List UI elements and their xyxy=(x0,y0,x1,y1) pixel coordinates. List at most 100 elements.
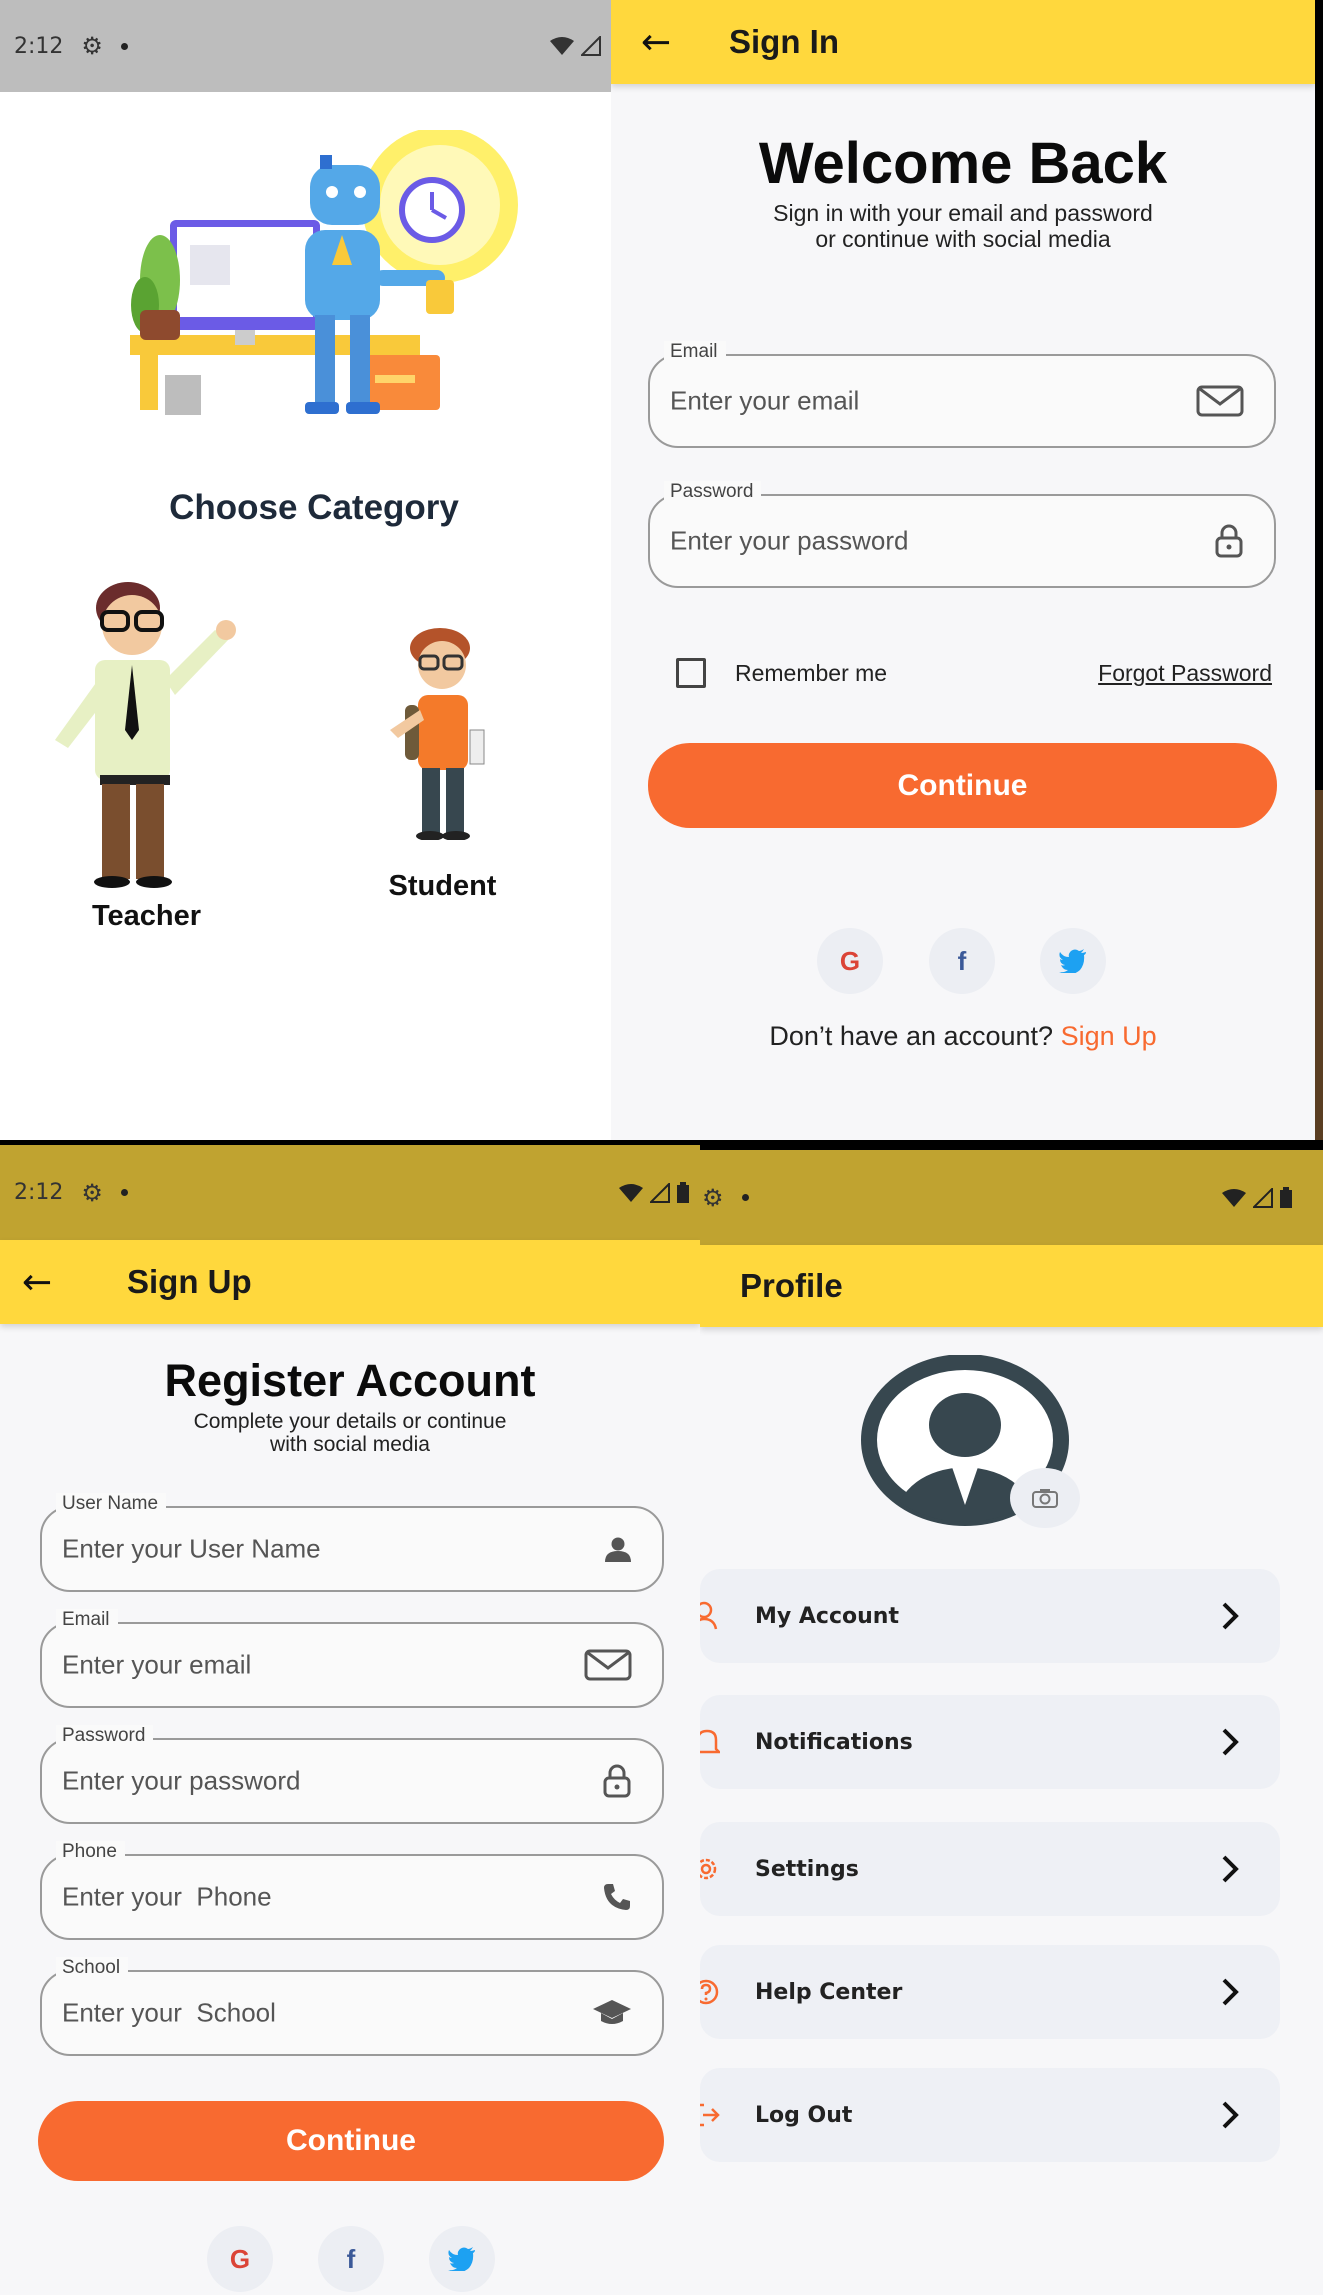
status-icons xyxy=(618,1145,690,1240)
signin-screen: ← Sign In Welcome Back Sign in with your… xyxy=(611,0,1315,1140)
signin-password-field[interactable]: Password Enter your password xyxy=(648,481,1276,588)
google-button[interactable]: G xyxy=(817,928,883,994)
username-field[interactable]: User Name Enter your User Name xyxy=(40,1493,664,1592)
phone-icon xyxy=(604,1884,630,1910)
signup-prompt: Don’t have an account? Sign Up xyxy=(611,1021,1315,1052)
google-icon: G xyxy=(229,2243,251,2274)
facebook-button[interactable]: f xyxy=(929,928,995,994)
user-outline-icon xyxy=(700,1601,718,1630)
school-placeholder: Enter your School xyxy=(62,1997,276,2028)
twitter-icon xyxy=(448,2247,475,2271)
status-icons xyxy=(549,0,601,92)
menu-help-center[interactable]: Help Center xyxy=(700,1945,1280,2039)
lock-icon xyxy=(603,1764,631,1798)
menu-label: Settings xyxy=(755,1856,859,1882)
student-option[interactable]: Student xyxy=(360,620,530,920)
password-label: Password xyxy=(56,1725,154,1747)
signup-continue-button[interactable]: Continue xyxy=(38,2101,664,2181)
category-heading: Choose Category xyxy=(169,488,459,527)
password-placeholder: Enter your password xyxy=(62,1765,301,1796)
settings-status-icon: ⚙ xyxy=(702,1183,724,1212)
profile-title: Profile xyxy=(740,1267,843,1304)
register-heading: Register Account xyxy=(164,1355,536,1406)
mail-icon xyxy=(1196,385,1244,417)
teacher-option[interactable]: Teacher xyxy=(40,570,260,940)
facebook-icon: f xyxy=(957,945,967,976)
menu-settings[interactable]: Settings xyxy=(700,1822,1280,1916)
chevron-right-icon xyxy=(1222,1602,1239,1630)
signin-email-field[interactable]: Email Enter your email xyxy=(648,341,1276,448)
teacher-label: Teacher xyxy=(91,900,202,932)
phone-label: Phone xyxy=(56,1841,125,1863)
username-placeholder: Enter your User Name xyxy=(62,1533,321,1564)
settings-status-icon: ⚙ xyxy=(81,32,103,60)
chevron-right-icon xyxy=(1222,1855,1239,1883)
signup-app-bar: ← Sign Up xyxy=(0,1240,700,1324)
facebook-icon: f xyxy=(346,2243,356,2274)
twitter-button[interactable] xyxy=(1040,928,1106,994)
menu-log-out[interactable]: Log Out xyxy=(700,2068,1280,2162)
signal-icon xyxy=(581,36,601,56)
profile-screen: ⚙ Profile My Account Notifications Setti… xyxy=(700,1150,1323,2295)
signup-email-field[interactable]: Email Enter your email xyxy=(40,1609,664,1708)
menu-label: My Account xyxy=(755,1603,899,1629)
teacher-illustration xyxy=(55,582,236,888)
wifi-icon xyxy=(550,37,574,55)
username-label: User Name xyxy=(56,1493,167,1515)
signup-link[interactable]: Sign Up xyxy=(1061,1021,1157,1051)
phone-field[interactable]: Phone Enter your Phone xyxy=(40,1841,664,1940)
back-arrow-icon[interactable]: ← xyxy=(22,1262,82,1303)
chevron-right-icon xyxy=(1222,1728,1239,1756)
facebook-button[interactable]: f xyxy=(318,2226,384,2292)
forgot-password-link[interactable]: Forgot Password xyxy=(1098,660,1272,687)
profile-avatar xyxy=(860,1354,1080,1530)
password-label: Password xyxy=(664,481,762,503)
wifi-icon xyxy=(1222,1188,1246,1207)
lock-icon xyxy=(1215,524,1243,558)
graduation-cap-icon xyxy=(593,2000,631,2024)
status-icons xyxy=(1221,1150,1293,1245)
bell-icon xyxy=(700,1729,720,1754)
email-label: Email xyxy=(56,1609,118,1631)
battery-icon xyxy=(677,1181,689,1203)
logout-icon xyxy=(700,2103,720,2127)
signup-subtitle-2: with social media xyxy=(270,1433,430,1456)
student-label: Student xyxy=(388,870,497,902)
battery-icon xyxy=(1280,1186,1292,1208)
camera-icon xyxy=(1032,1489,1058,1508)
robot-desk-illustration xyxy=(130,130,518,415)
back-arrow-icon[interactable]: ← xyxy=(641,22,701,63)
school-field[interactable]: School Enter your School xyxy=(40,1957,664,2056)
user-icon xyxy=(605,1537,631,1562)
chevron-right-icon xyxy=(1222,1978,1239,2006)
signal-icon xyxy=(650,1182,670,1203)
profile-app-bar: Profile xyxy=(700,1245,1323,1327)
status-time: 2:12 xyxy=(14,33,64,59)
gear-icon xyxy=(700,1858,717,1880)
notification-dot-icon xyxy=(120,1189,128,1196)
menu-notifications[interactable]: Notifications xyxy=(700,1695,1280,1789)
menu-my-account[interactable]: My Account xyxy=(700,1569,1280,1663)
status-bar: ⚙ xyxy=(700,1150,1323,1245)
signin-continue-button[interactable]: Continue xyxy=(648,743,1277,828)
edge-strip xyxy=(1315,790,1323,1140)
twitter-icon xyxy=(1059,949,1086,973)
change-photo-button[interactable] xyxy=(1010,1468,1080,1528)
signup-title: Sign Up xyxy=(127,1263,252,1300)
student-illustration xyxy=(390,628,485,841)
google-button[interactable]: G xyxy=(207,2226,273,2292)
status-bar: 2:12 ⚙ xyxy=(0,1145,700,1240)
menu-label: Help Center xyxy=(755,1979,903,2005)
signin-subtitle-2: or continue with social media xyxy=(815,226,1111,252)
signin-subtitle-1: Sign in with your email and password xyxy=(773,200,1153,226)
signup-screen: 2:12 ⚙ ← Sign Up Register Account Comple… xyxy=(0,1145,700,2295)
signal-icon xyxy=(1253,1187,1273,1208)
signin-app-bar: ← Sign In xyxy=(611,0,1315,84)
wifi-icon xyxy=(619,1183,643,1202)
twitter-button[interactable] xyxy=(429,2226,495,2292)
no-account-text: Don’t have an account? xyxy=(769,1021,1054,1051)
remember-me-checkbox[interactable] xyxy=(676,658,706,688)
status-time: 2:12 xyxy=(14,1180,64,1205)
status-bar: 2:12 ⚙ xyxy=(0,0,611,92)
signup-password-field[interactable]: Password Enter your password xyxy=(40,1725,664,1824)
